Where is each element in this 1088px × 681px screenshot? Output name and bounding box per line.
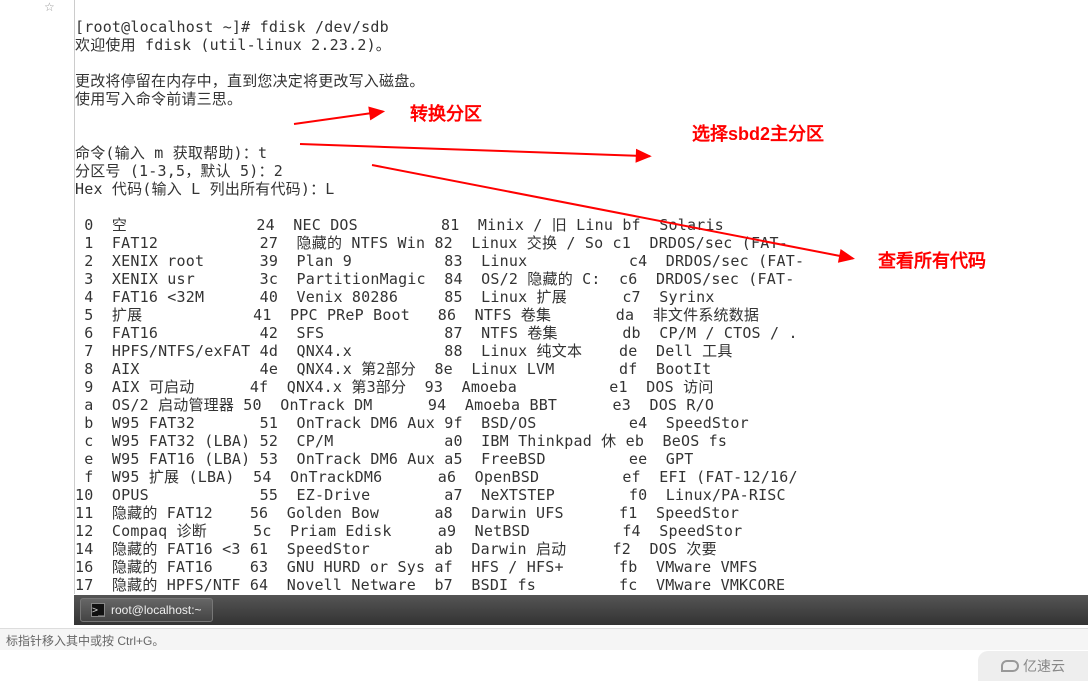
terminal-viewport[interactable]: [root@localhost ~]# fdisk /dev/sdb 欢迎使用 … bbox=[74, 0, 1088, 594]
table-row: 16 隐藏的 FAT16 63 GNU HURD or Sys af HFS /… bbox=[75, 558, 758, 576]
table-row: 8 AIX 4e QNX4.x 第2部分 8e Linux LVM df Boo… bbox=[75, 360, 711, 378]
welcome-line: 欢迎使用 fdisk (util-linux 2.23.2)。 bbox=[75, 36, 391, 54]
table-row: 2 XENIX root 39 Plan 9 83 Linux c4 DRDOS… bbox=[75, 252, 804, 270]
taskbar-item-label: root@localhost:~ bbox=[111, 603, 202, 617]
table-row: 11 隐藏的 FAT12 56 Golden Bow a8 Darwin UFS… bbox=[75, 504, 739, 522]
table-row: 9 AIX 可启动 4f QNX4.x 第3部分 93 Amoeba e1 DO… bbox=[75, 378, 714, 396]
table-row: 5 扩展 41 PPC PReP Boot 86 NTFS 卷集 da 非文件系… bbox=[75, 306, 759, 324]
warn-line-1: 更改将停留在内存中，直到您决定将更改写入磁盘。 bbox=[75, 72, 425, 90]
statusbar: 标指针移入其中或按 Ctrl+G。 bbox=[0, 628, 1088, 650]
table-row: 10 OPUS 55 EZ-Drive a7 NeXTSTEP f0 Linux… bbox=[75, 486, 786, 504]
cmd-t-line: 命令(输入 m 获取帮助)：t bbox=[75, 144, 267, 162]
watermark-text: 亿速云 bbox=[1023, 656, 1065, 676]
warn-line-2: 使用写入命令前请三思。 bbox=[75, 90, 242, 108]
table-row: e W95 FAT16 (LBA) 53 OnTrack DM6 Aux a5 … bbox=[75, 450, 693, 468]
cmd-partnum-line: 分区号 (1-3,5，默认 5)：2 bbox=[75, 162, 283, 180]
terminal-output: [root@localhost ~]# fdisk /dev/sdb 欢迎使用 … bbox=[75, 0, 1088, 594]
taskbar-item-terminal[interactable]: >_ root@localhost:~ bbox=[80, 598, 213, 622]
table-row: b W95 FAT32 51 OnTrack DM6 Aux 9f BSD/OS… bbox=[75, 414, 749, 432]
table-row: 4 FAT16 <32M 40 Venix 80286 85 Linux 扩展 … bbox=[75, 288, 715, 306]
table-row: a OS/2 启动管理器 50 OnTrack DM 94 Amoeba BBT… bbox=[75, 396, 714, 414]
pin-icon: ☆ bbox=[44, 0, 58, 14]
table-row: 12 Compaq 诊断 5c Priam Edisk a9 NetBSD f4… bbox=[75, 522, 742, 540]
annotation-label-3: 查看所有代码 bbox=[878, 247, 986, 273]
annotation-label-1: 转换分区 bbox=[410, 100, 482, 126]
editor-gutter: ☆ bbox=[0, 0, 74, 594]
table-row: 0 空 24 NEC DOS 81 Minix / 旧 Linu bf Sola… bbox=[75, 216, 724, 234]
table-row: 14 隐藏的 FAT16 <3 61 SpeedStor ab Darwin 启… bbox=[75, 540, 717, 558]
table-row: 3 XENIX usr 3c PartitionMagic 84 OS/2 隐藏… bbox=[75, 270, 794, 288]
terminal-icon: >_ bbox=[91, 603, 105, 617]
annotation-label-2: 选择sbd2主分区 bbox=[692, 120, 824, 146]
cmd-hex-line: Hex 代码(输入 L 列出所有代码)：L bbox=[75, 180, 335, 198]
statusbar-hint: 标指针移入其中或按 Ctrl+G。 bbox=[6, 634, 164, 648]
table-row: 1 FAT12 27 隐藏的 NTFS Win 82 Linux 交换 / So… bbox=[75, 234, 788, 252]
table-row: c W95 FAT32 (LBA) 52 CP/M a0 IBM Thinkpa… bbox=[75, 432, 727, 450]
table-row: f W95 扩展 (LBA) 54 OnTrackDM6 a6 OpenBSD … bbox=[75, 468, 798, 486]
table-row: 6 FAT16 42 SFS 87 NTFS 卷集 db CP/M / CTOS… bbox=[75, 324, 798, 342]
table-row: 7 HPFS/NTFS/exFAT 4d QNX4.x 88 Linux 纯文本… bbox=[75, 342, 733, 360]
prompt-line: [root@localhost ~]# fdisk /dev/sdb bbox=[75, 18, 389, 36]
table-row: 17 隐藏的 HPFS/NTF 64 Novell Netware b7 BSD… bbox=[75, 576, 785, 594]
cloud-icon bbox=[1001, 660, 1019, 672]
watermark: 亿速云 bbox=[978, 651, 1088, 681]
taskbar: >_ root@localhost:~ bbox=[74, 595, 1088, 625]
